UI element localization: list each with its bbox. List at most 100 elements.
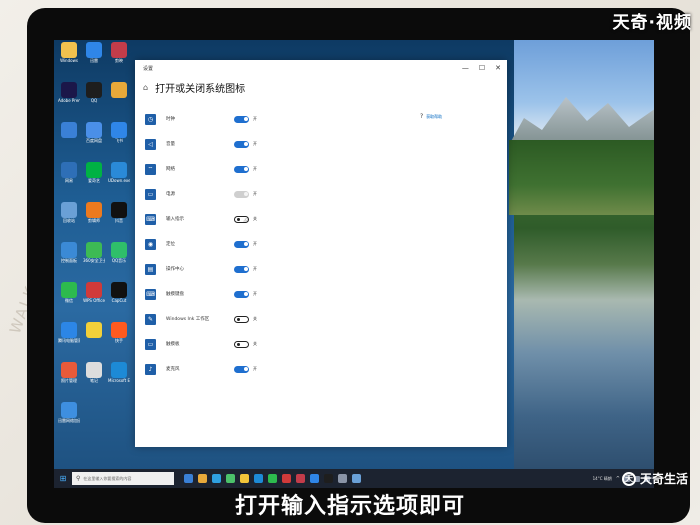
minimize-button[interactable]: —: [462, 64, 469, 72]
desktop-icon[interactable]: 360安全卫士: [83, 242, 105, 263]
toggle-state-label: 关: [253, 341, 257, 346]
row-label: 输入指示: [166, 217, 184, 222]
taskbar-app-icon[interactable]: [226, 474, 235, 483]
video-watermark: 天奇·视频: [612, 13, 692, 33]
desktop-icon[interactable]: 迅雷网络加速器: [58, 402, 80, 423]
desktop-icon[interactable]: 迅雷: [83, 42, 105, 63]
app-icon: [61, 122, 77, 138]
taskbar-app-icon[interactable]: [240, 474, 249, 483]
desktop-icon[interactable]: UDown.exe: [108, 162, 130, 183]
toggle-state-label: 开: [253, 366, 257, 371]
row-icon: ▭: [145, 338, 156, 350]
chevron-up-icon[interactable]: ^: [616, 476, 620, 482]
window-controls: — ☐ ✕: [462, 64, 501, 72]
app-icon: [111, 82, 127, 98]
taskbar-app-icon[interactable]: [212, 474, 221, 483]
app-icon: [111, 242, 127, 258]
taskbar-app-icon[interactable]: [198, 474, 207, 483]
desktop-icon[interactable]: QQ: [83, 82, 105, 103]
app-icon: [61, 362, 77, 378]
toggle-switch[interactable]: [234, 340, 249, 348]
toggle-state-label: 关: [253, 316, 257, 321]
row-icon: ⌔: [145, 163, 156, 175]
weather-widget[interactable]: 14°C 晴朗: [593, 476, 612, 482]
desktop-icon-label: 照片管理: [61, 378, 77, 383]
toggle-switch[interactable]: [234, 365, 249, 373]
toggle-switch[interactable]: [234, 115, 249, 123]
desktop-icon[interactable]: 快手: [108, 322, 130, 343]
desktop-icon-label: Adobe Premie...: [58, 98, 80, 103]
maximize-button[interactable]: ☐: [479, 64, 485, 72]
taskbar-app-icon[interactable]: [296, 474, 305, 483]
home-icon[interactable]: ⌂: [143, 83, 148, 92]
desktop-icon[interactable]: Windows: [58, 42, 80, 63]
app-icon: [61, 162, 77, 178]
toggle-switch[interactable]: [234, 165, 249, 173]
desktop-icon[interactable]: 控制面板: [58, 242, 80, 263]
app-icon: [61, 242, 77, 258]
toggle-switch[interactable]: [234, 240, 249, 248]
system-icon-row: ⌨ 输入指示 关 ➚: [145, 212, 285, 226]
help-link[interactable]: ? 获取帮助: [420, 113, 442, 120]
taskbar-app-icon[interactable]: [352, 474, 361, 483]
taskbar-app-icon[interactable]: [254, 474, 263, 483]
toggle-state-label: 开: [253, 116, 257, 121]
desktop-icon[interactable]: WPS Office: [83, 282, 105, 303]
desktop-icon[interactable]: 百度网盘: [83, 122, 105, 143]
close-button[interactable]: ✕: [495, 64, 501, 72]
app-icon: [86, 202, 102, 218]
row-label: 操作中心: [166, 267, 184, 272]
taskbar-search-box[interactable]: ⚲ 在这里输入你要搜索的内容: [72, 472, 174, 485]
taskbar-app-icon[interactable]: [310, 474, 319, 483]
desktop-icon[interactable]: CapCut: [108, 282, 130, 303]
search-icon: ⚲: [76, 475, 81, 482]
desktop-icon[interactable]: 飞书: [108, 122, 130, 143]
desktop-icon[interactable]: [58, 122, 80, 138]
desktop-icon[interactable]: 腾讯电脑管家: [58, 322, 80, 343]
desktop-icon-label: 剪映: [115, 58, 123, 63]
desktop-icon[interactable]: [108, 82, 130, 98]
desktop-icon[interactable]: 微信: [58, 282, 80, 303]
taskbar-app-icon[interactable]: [268, 474, 277, 483]
toggle-switch[interactable]: [234, 140, 249, 148]
desktop-icon-label: 笔记: [90, 378, 98, 383]
page-title: 打开或关闭系统图标: [155, 83, 246, 95]
desktop-icon[interactable]: QQ音乐: [108, 242, 130, 263]
desktop-icon[interactable]: Adobe Premie...: [58, 82, 80, 103]
desktop-icon[interactable]: [83, 322, 105, 338]
row-label: 触摸键盘: [166, 292, 184, 297]
desktop-icon[interactable]: 笔记: [83, 362, 105, 383]
system-icon-row: ⌨ 触摸键盘 开: [145, 287, 285, 301]
brand-name: 天奇生活: [639, 472, 688, 486]
desktop-icon[interactable]: 回收站: [58, 202, 80, 223]
mountain-wallpaper: [509, 97, 654, 145]
taskbar-app-icon[interactable]: [184, 474, 193, 483]
desktop-icon[interactable]: 爱奇艺: [83, 162, 105, 183]
app-icon: [86, 42, 102, 58]
app-icon: [86, 122, 102, 138]
desktop-icon[interactable]: 抖音: [108, 202, 130, 223]
desktop-icon[interactable]: 剪映: [108, 42, 130, 63]
desktop-icon-label: 微信: [65, 298, 73, 303]
desktop-icon-label: Microsoft Edge: [108, 378, 130, 383]
taskbar-app-icon[interactable]: [324, 474, 333, 483]
row-label: 音量: [166, 142, 175, 147]
start-button[interactable]: ⊞: [54, 474, 72, 483]
app-icon: [111, 42, 127, 58]
row-label: Windows Ink 工作区: [166, 317, 210, 322]
mouse-cursor-icon: ➚: [243, 217, 249, 224]
toggle-switch[interactable]: [234, 290, 249, 298]
brand-badge: 天 天奇生活: [621, 470, 688, 487]
forest-wallpaper: [509, 140, 654, 215]
toggle-switch[interactable]: [234, 315, 249, 323]
desktop-icon[interactable]: 剪辑师: [83, 202, 105, 223]
row-label: 时钟: [166, 117, 175, 122]
desktop-icon-label: 腾讯电脑管家: [58, 338, 80, 343]
taskbar-app-icon[interactable]: [338, 474, 347, 483]
desktop-icon[interactable]: Microsoft Edge: [108, 362, 130, 383]
taskbar-app-icon[interactable]: [282, 474, 291, 483]
desktop-icon[interactable]: 网易: [58, 162, 80, 183]
app-icon: [86, 322, 102, 338]
toggle-switch[interactable]: [234, 265, 249, 273]
desktop-icon[interactable]: 照片管理: [58, 362, 80, 383]
